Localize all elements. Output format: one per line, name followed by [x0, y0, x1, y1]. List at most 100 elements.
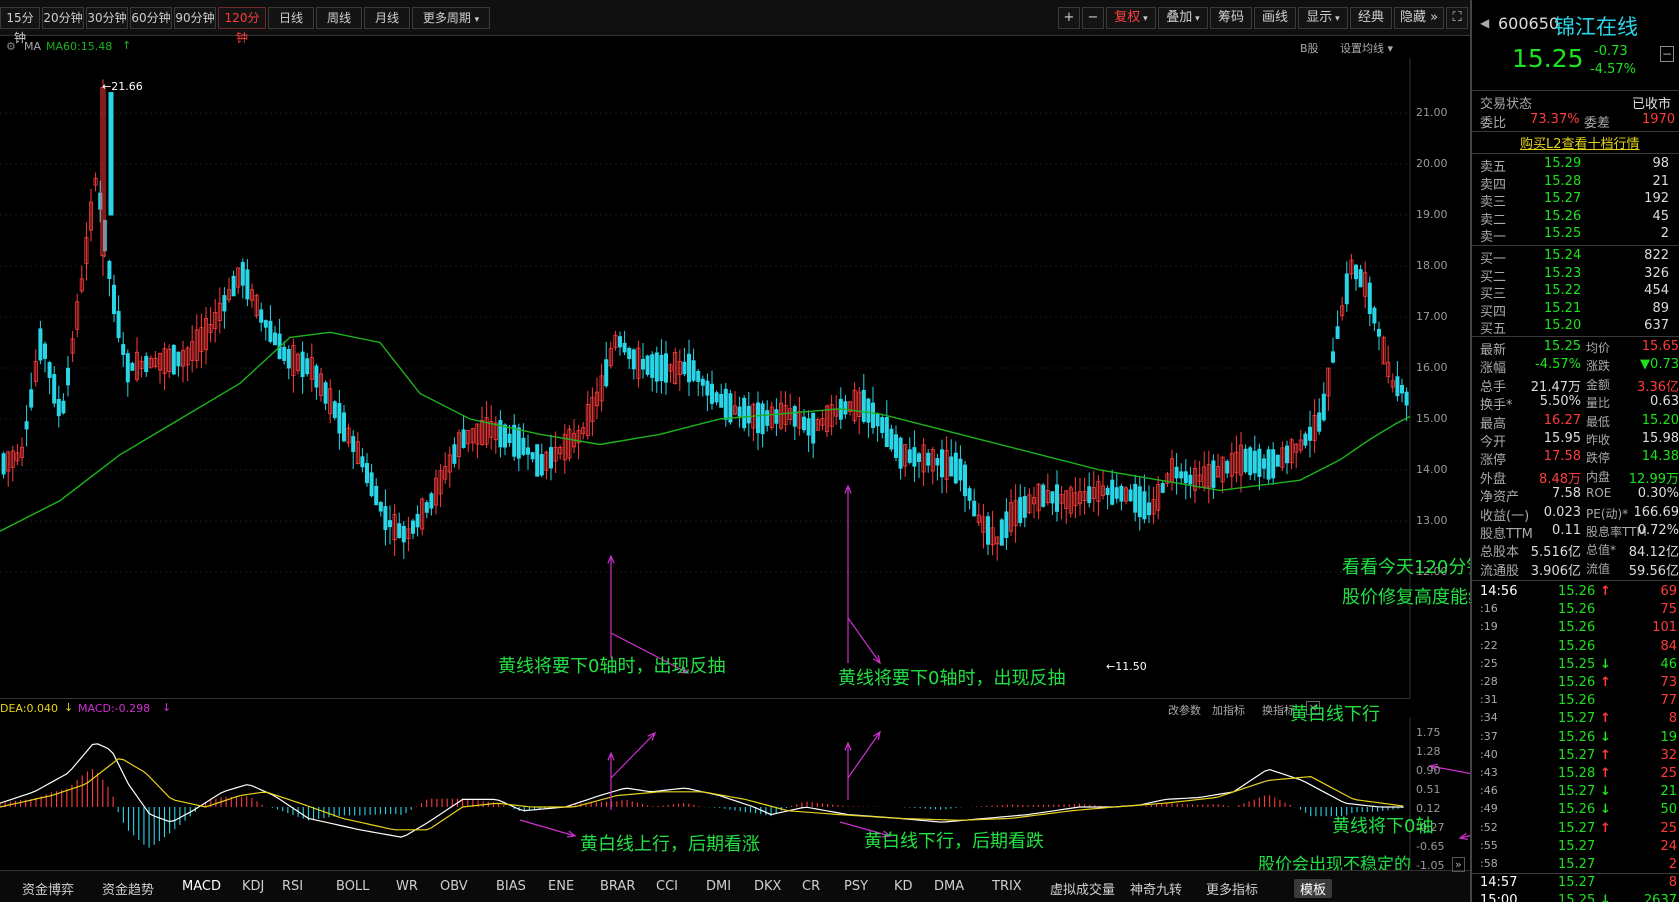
- zoom-in-button[interactable]: +: [1058, 7, 1080, 29]
- tick-direction-icon[interactable]: ↑: [1600, 766, 1611, 781]
- ask-label[interactable]: 卖一: [1480, 226, 1506, 245]
- bid-volume[interactable]: 822: [1644, 248, 1669, 263]
- tick-direction-icon[interactable]: ↑: [1600, 584, 1611, 599]
- stat-value[interactable]: 8.48万: [1539, 468, 1581, 487]
- stat-label[interactable]: 流通股: [1480, 560, 1519, 579]
- tick-price[interactable]: 15.26: [1558, 584, 1595, 599]
- stat-row[interactable]: 股息TTM 0.11 股息率TTM 0.72%: [1472, 523, 1679, 542]
- fullscreen-icon[interactable]: ⛶: [1446, 7, 1468, 29]
- stat-label[interactable]: 总手: [1480, 376, 1506, 395]
- indicator-tab[interactable]: TRIX: [992, 879, 1022, 894]
- stat-label[interactable]: 净资产: [1480, 486, 1519, 505]
- stat-label[interactable]: 最新: [1480, 339, 1506, 358]
- tick-time[interactable]: :34: [1480, 711, 1498, 724]
- stat-label[interactable]: 量比: [1586, 394, 1610, 411]
- tick-row[interactable]: :46 15.27 ↓ 21: [1472, 784, 1679, 802]
- price-tick[interactable]: 21.00: [1416, 106, 1448, 119]
- fuquan-dropdown[interactable]: 复权 ▾: [1106, 7, 1156, 29]
- stat-value[interactable]: 166.69: [1634, 505, 1679, 520]
- indicator-tab[interactable]: BRAR: [600, 879, 635, 894]
- shezhi-junxian-dropdown[interactable]: 设置均线 ▾: [1340, 40, 1393, 56]
- indicator-tab[interactable]: 资金趋势: [102, 879, 154, 898]
- tick-price[interactable]: 15.27: [1558, 857, 1595, 872]
- buy-l2-link[interactable]: 购买L2查看十档行情: [1520, 133, 1640, 152]
- stat-label[interactable]: 均价: [1586, 339, 1610, 356]
- stat-value[interactable]: 17.58: [1544, 449, 1581, 464]
- bid-label[interactable]: 买一: [1480, 248, 1506, 267]
- yincang-button[interactable]: 隐藏 »: [1394, 7, 1444, 29]
- tick-row[interactable]: :28 15.26 ↑ 73: [1472, 675, 1679, 693]
- tick-time[interactable]: :58: [1480, 857, 1498, 870]
- period-weekly[interactable]: 周线: [316, 7, 362, 29]
- indicator-tab[interactable]: 更多指标: [1206, 879, 1258, 898]
- stat-row[interactable]: 流通股 3.906亿 流值 59.56亿: [1472, 560, 1679, 579]
- ask-volume[interactable]: 45: [1652, 209, 1669, 224]
- indicator-tab[interactable]: BIAS: [496, 879, 526, 894]
- ask-row[interactable]: 卖二 15.26 45: [1472, 209, 1679, 228]
- indicator-tab[interactable]: RSI: [282, 879, 303, 894]
- tick-direction-icon[interactable]: ↑: [1600, 675, 1611, 690]
- indicator-tab[interactable]: KDJ: [242, 879, 264, 894]
- tick-time[interactable]: :16: [1480, 602, 1498, 615]
- macd-tick[interactable]: -0.65: [1416, 840, 1444, 853]
- tick-time[interactable]: :28: [1480, 675, 1498, 688]
- tick-volume[interactable]: 50: [1660, 802, 1677, 817]
- bid-volume[interactable]: 89: [1652, 301, 1669, 316]
- stat-label[interactable]: ROE: [1586, 486, 1611, 500]
- tick-price[interactable]: 15.26: [1558, 693, 1595, 708]
- stat-label[interactable]: 涨幅: [1480, 357, 1506, 376]
- tick-direction-icon[interactable]: ↑: [1600, 821, 1611, 836]
- bgu-link[interactable]: B股: [1300, 40, 1319, 56]
- price-tick[interactable]: 17.00: [1416, 310, 1448, 323]
- stat-label[interactable]: 最高: [1480, 413, 1506, 432]
- bid-row[interactable]: 买三 15.22 454: [1472, 283, 1679, 302]
- price-tick[interactable]: 15.00: [1416, 412, 1448, 425]
- tick-time[interactable]: :25: [1480, 657, 1498, 670]
- period-30min[interactable]: 30分钟: [86, 7, 128, 29]
- stat-label[interactable]: 昨收: [1586, 431, 1610, 448]
- tick-row[interactable]: :40 15.27 ↑ 32: [1472, 748, 1679, 766]
- price-tick[interactable]: 20.00: [1416, 157, 1448, 170]
- tick-volume[interactable]: 84: [1660, 639, 1677, 654]
- tick-row[interactable]: :19 15.26 101: [1472, 620, 1679, 638]
- tick-row[interactable]: :31 15.26 77: [1472, 693, 1679, 711]
- stat-label[interactable]: 今开: [1480, 431, 1506, 450]
- tick-volume[interactable]: 24: [1660, 839, 1677, 854]
- stat-row[interactable]: 总股本 5.516亿 总值* 84.12亿: [1472, 541, 1679, 560]
- ask-label[interactable]: 卖二: [1480, 209, 1506, 228]
- huaxian-button[interactable]: 画线: [1254, 7, 1296, 29]
- tick-time[interactable]: 14:56: [1480, 584, 1517, 599]
- ask-price[interactable]: 15.27: [1544, 191, 1581, 206]
- tick-row[interactable]: :34 15.27 ↑ 8: [1472, 711, 1679, 729]
- stat-label[interactable]: 总值*: [1586, 541, 1616, 558]
- tick-row[interactable]: :55 15.27 24: [1472, 839, 1679, 857]
- tick-row[interactable]: :52 15.27 ↑ 25: [1472, 821, 1679, 839]
- bid-volume[interactable]: 637: [1644, 318, 1669, 333]
- collapse-icon[interactable]: −: [1660, 46, 1674, 62]
- stat-row[interactable]: 最高 16.27 最低 15.20: [1472, 413, 1679, 432]
- tick-volume[interactable]: 73: [1660, 675, 1677, 690]
- tick-direction-icon[interactable]: ↓: [1600, 784, 1611, 799]
- stat-label[interactable]: PE(动)*: [1586, 505, 1628, 522]
- bid-volume[interactable]: 326: [1644, 266, 1669, 281]
- bid-row[interactable]: 买二 15.23 326: [1472, 266, 1679, 285]
- stat-row[interactable]: 外盘 8.48万 内盘 12.99万: [1472, 468, 1679, 487]
- period-monthly[interactable]: 月线: [364, 7, 410, 29]
- stat-value[interactable]: 0.11: [1552, 523, 1581, 538]
- tick-time[interactable]: :40: [1480, 748, 1498, 761]
- tick-price[interactable]: 15.25: [1558, 893, 1595, 902]
- stat-label[interactable]: 股息TTM: [1480, 523, 1533, 542]
- bid-label[interactable]: 买二: [1480, 266, 1506, 285]
- stat-row[interactable]: 净资产 7.58 ROE 0.30%: [1472, 486, 1679, 505]
- stat-label[interactable]: 换手*: [1480, 394, 1513, 413]
- xianshi-dropdown[interactable]: 显示 ▾: [1298, 7, 1348, 29]
- tick-time[interactable]: :22: [1480, 639, 1498, 652]
- stat-value[interactable]: 15.20: [1642, 413, 1679, 428]
- tick-time[interactable]: :19: [1480, 620, 1498, 633]
- period-more-dropdown[interactable]: 更多周期 ▾: [412, 7, 490, 29]
- stat-label[interactable]: 流值: [1586, 560, 1610, 577]
- ask-label[interactable]: 卖五: [1480, 156, 1506, 175]
- tick-volume[interactable]: 69: [1660, 584, 1677, 599]
- tick-volume[interactable]: 21: [1660, 784, 1677, 799]
- indicator-tab[interactable]: BOLL: [336, 879, 369, 894]
